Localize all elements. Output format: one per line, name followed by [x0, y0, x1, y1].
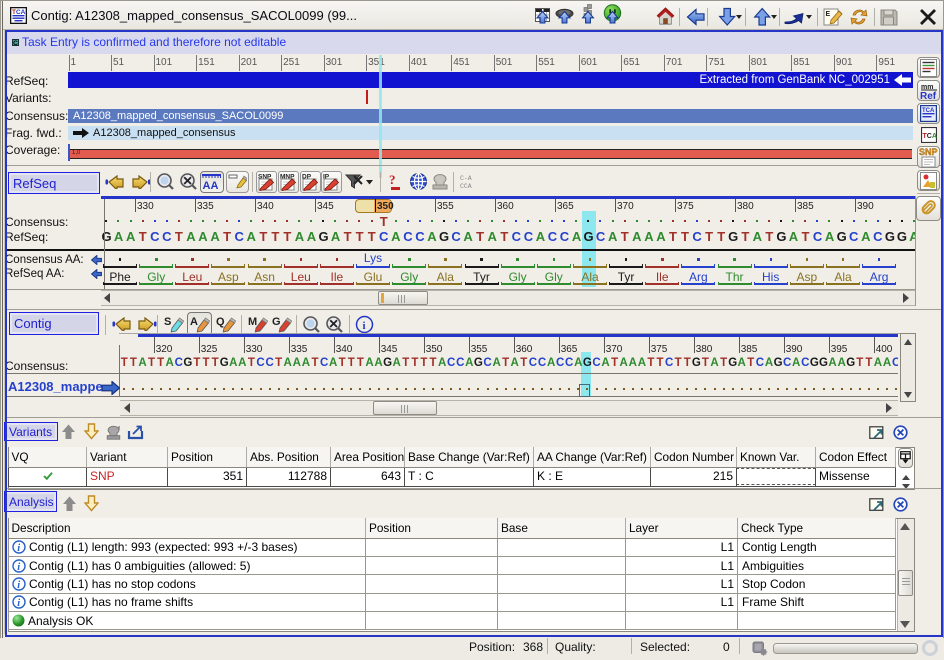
svg-text:TCA: TCA [923, 133, 937, 140]
svg-text:i: i [17, 580, 20, 591]
svg-text:i: i [17, 543, 20, 554]
svg-text:CCA: CCA [460, 183, 472, 190]
svg-text:A: A [190, 316, 198, 328]
svg-text:i: i [17, 562, 20, 573]
svg-text:DP: DP [302, 174, 312, 181]
svg-text:E: E [826, 11, 831, 18]
svg-text:S: S [164, 316, 171, 328]
svg-text:i: i [363, 320, 366, 332]
svg-text:SNP: SNP [919, 147, 938, 157]
svg-text:?: ? [389, 172, 396, 187]
svg-text:TCA: TCA [12, 9, 26, 16]
svg-text:IP: IP [323, 174, 330, 181]
svg-text:G: G [272, 316, 281, 328]
svg-text:Ref: Ref [920, 91, 937, 101]
svg-text:i: i [17, 598, 20, 609]
svg-text:SNP: SNP [258, 174, 272, 181]
svg-text:MNP: MNP [280, 174, 295, 181]
svg-text:Q: Q [216, 316, 225, 328]
svg-text:AA: AA [203, 180, 219, 191]
svg-text:M: M [248, 316, 257, 328]
svg-text:C-A: C-A [460, 175, 472, 182]
